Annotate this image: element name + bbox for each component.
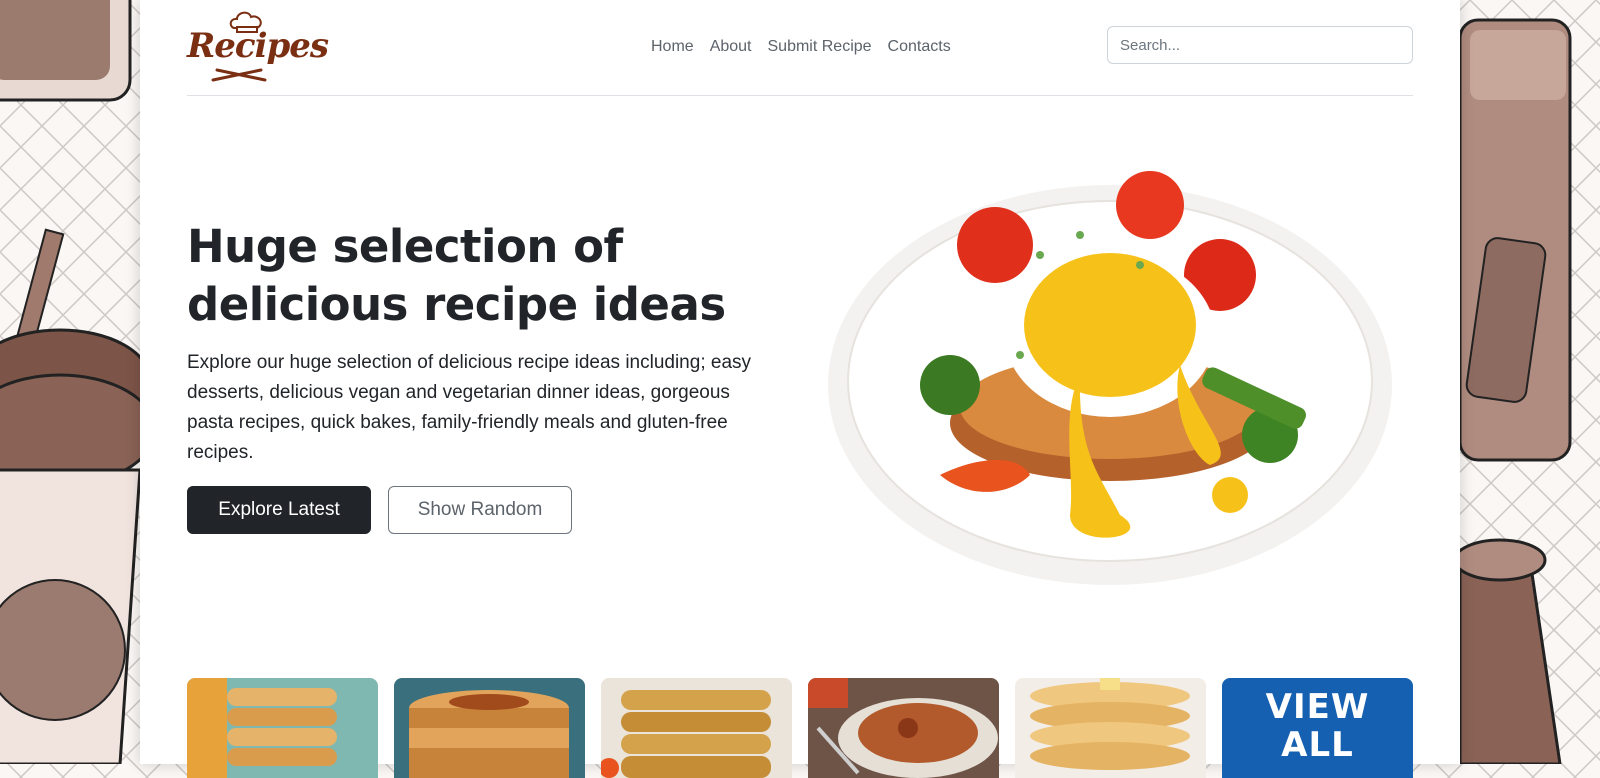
latest-recipes-row: VIEW ALL — [187, 678, 1413, 778]
pancake-stack-image — [601, 678, 792, 778]
recipe-card[interactable] — [394, 678, 585, 778]
page-container: Recipes Home About Submit Recipe Contact… — [140, 0, 1460, 778]
decorative-cup-left-illustration — [0, 0, 140, 764]
hero-title: Huge selection of delicious recipe ideas — [187, 220, 726, 331]
nav-home-link[interactable]: Home — [643, 34, 702, 60]
nav-about-link[interactable]: About — [702, 34, 760, 60]
fork-knife-icon — [211, 68, 267, 82]
nav-contacts-link[interactable]: Contacts — [880, 34, 959, 60]
logo-wordmark: Recipes — [187, 26, 329, 66]
search-input[interactable] — [1107, 26, 1413, 64]
explore-latest-button[interactable]: Explore Latest — [187, 486, 371, 534]
view-all-line2: ALL — [1281, 725, 1354, 765]
recipe-card[interactable] — [1015, 678, 1206, 778]
pancake-stack-image — [187, 678, 378, 778]
site-logo[interactable]: Recipes — [187, 8, 329, 82]
site-header: Recipes Home About Submit Recipe Contact… — [187, 0, 1413, 96]
recipe-card[interactable] — [808, 678, 999, 778]
show-random-button[interactable]: Show Random — [388, 486, 572, 534]
recipe-card[interactable] — [187, 678, 378, 778]
main-nav: Home About Submit Recipe Contacts — [643, 34, 959, 60]
view-all-button[interactable]: VIEW ALL — [1222, 678, 1413, 778]
pancake-topping-image — [808, 678, 999, 778]
hero-description: Explore our huge selection of delicious … — [187, 352, 752, 463]
view-all-line1: VIEW — [1265, 687, 1370, 727]
hero-food-image — [828, 171, 1392, 585]
pancake-stack-image — [394, 678, 585, 778]
recipe-card[interactable] — [601, 678, 792, 778]
nav-submit-recipe-link[interactable]: Submit Recipe — [760, 34, 880, 60]
decorative-cup-right-illustration — [1460, 18, 1572, 764]
pancake-stack-image — [1015, 678, 1206, 778]
